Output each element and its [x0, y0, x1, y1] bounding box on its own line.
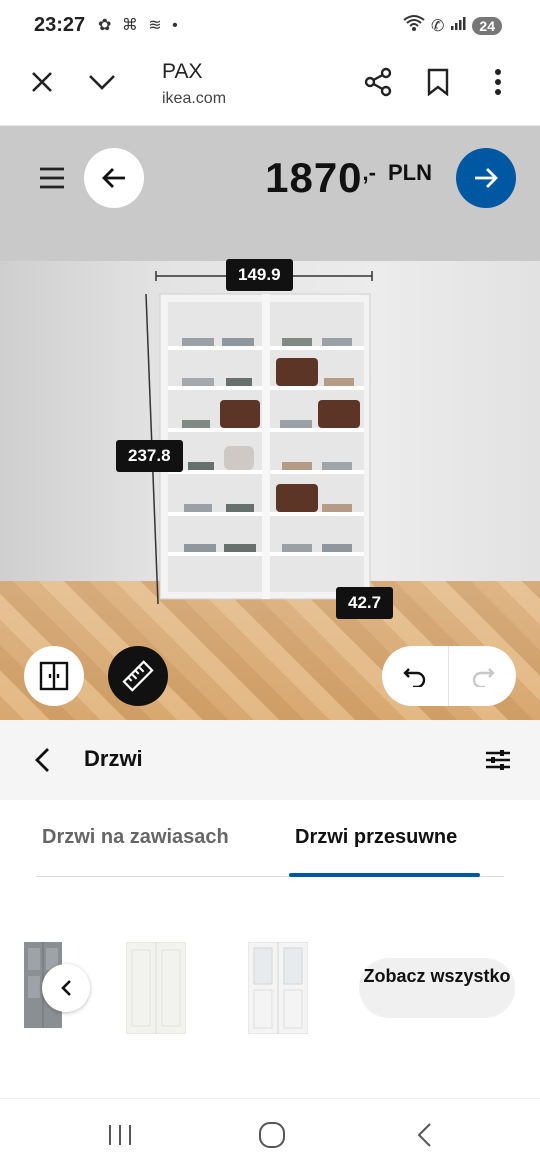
door-thumbnail-glass[interactable] — [247, 941, 309, 1039]
wardrobe-model[interactable] — [140, 266, 390, 606]
bookmark-icon[interactable] — [418, 62, 458, 102]
browser-toolbar: PAX ikea.com — [0, 52, 540, 126]
close-icon[interactable] — [22, 62, 62, 102]
battery-badge: 24 — [472, 16, 502, 35]
notification-icons: ✿ ⌘ ≋ • — [98, 17, 181, 34]
status-bar: 23:27 ✿ ⌘ ≋ • ✆ 24 — [0, 0, 540, 52]
see-all-button[interactable]: Zobacz wszystko — [359, 958, 515, 1018]
filter-icon[interactable] — [478, 740, 518, 780]
dimension-width[interactable]: 149.9 — [226, 259, 293, 291]
signal-icon — [450, 15, 466, 36]
recents-icon[interactable] — [100, 1115, 140, 1155]
arrow-left-icon[interactable] — [84, 148, 144, 208]
page-title: PAX — [162, 60, 203, 83]
price-suffix: ,- — [362, 160, 376, 185]
price-value: 1870 — [265, 154, 363, 201]
system-nav-bar — [0, 1098, 540, 1170]
dimension-depth[interactable]: 42.7 — [336, 587, 394, 619]
price-currency: PLN — [388, 160, 432, 185]
call-icon: ✆ — [431, 17, 445, 35]
more-vert-icon[interactable] — [478, 62, 518, 102]
undo-icon[interactable] — [382, 646, 449, 706]
status-time: 23:27 — [34, 14, 86, 36]
door-icon[interactable] — [24, 646, 84, 706]
back-chevron-icon[interactable] — [22, 740, 62, 780]
tab-sliding-doors[interactable]: Drzwi przesuwne — [295, 826, 457, 849]
back-icon[interactable] — [404, 1115, 444, 1155]
dimension-height[interactable]: 237.8 — [116, 440, 183, 472]
chevron-left-icon[interactable] — [42, 964, 90, 1012]
planner-3d-view[interactable]: 1870 ,- PLN 149.9 237.8 42.7 — [0, 126, 540, 720]
home-icon[interactable] — [252, 1115, 292, 1155]
ruler-icon[interactable] — [108, 646, 168, 706]
price-display: 1870 ,- PLN — [265, 154, 432, 202]
page-url: ikea.com — [162, 90, 227, 107]
menu-icon[interactable] — [38, 166, 70, 192]
wifi-icon — [403, 14, 425, 37]
door-thumbnail-white[interactable] — [125, 941, 187, 1039]
status-right: ✆ 24 — [403, 14, 502, 37]
panel-title: Drzwi — [84, 746, 143, 771]
chevron-down-icon[interactable] — [82, 62, 122, 102]
redo-icon[interactable] — [449, 646, 516, 706]
undo-redo-group — [382, 646, 516, 706]
panel-header: Drzwi — [0, 720, 540, 800]
share-icon[interactable] — [358, 62, 398, 102]
active-tab-indicator — [289, 873, 480, 877]
tab-hinged-doors[interactable]: Drzwi na zawiasach — [42, 826, 229, 849]
arrow-right-icon[interactable] — [456, 148, 516, 208]
